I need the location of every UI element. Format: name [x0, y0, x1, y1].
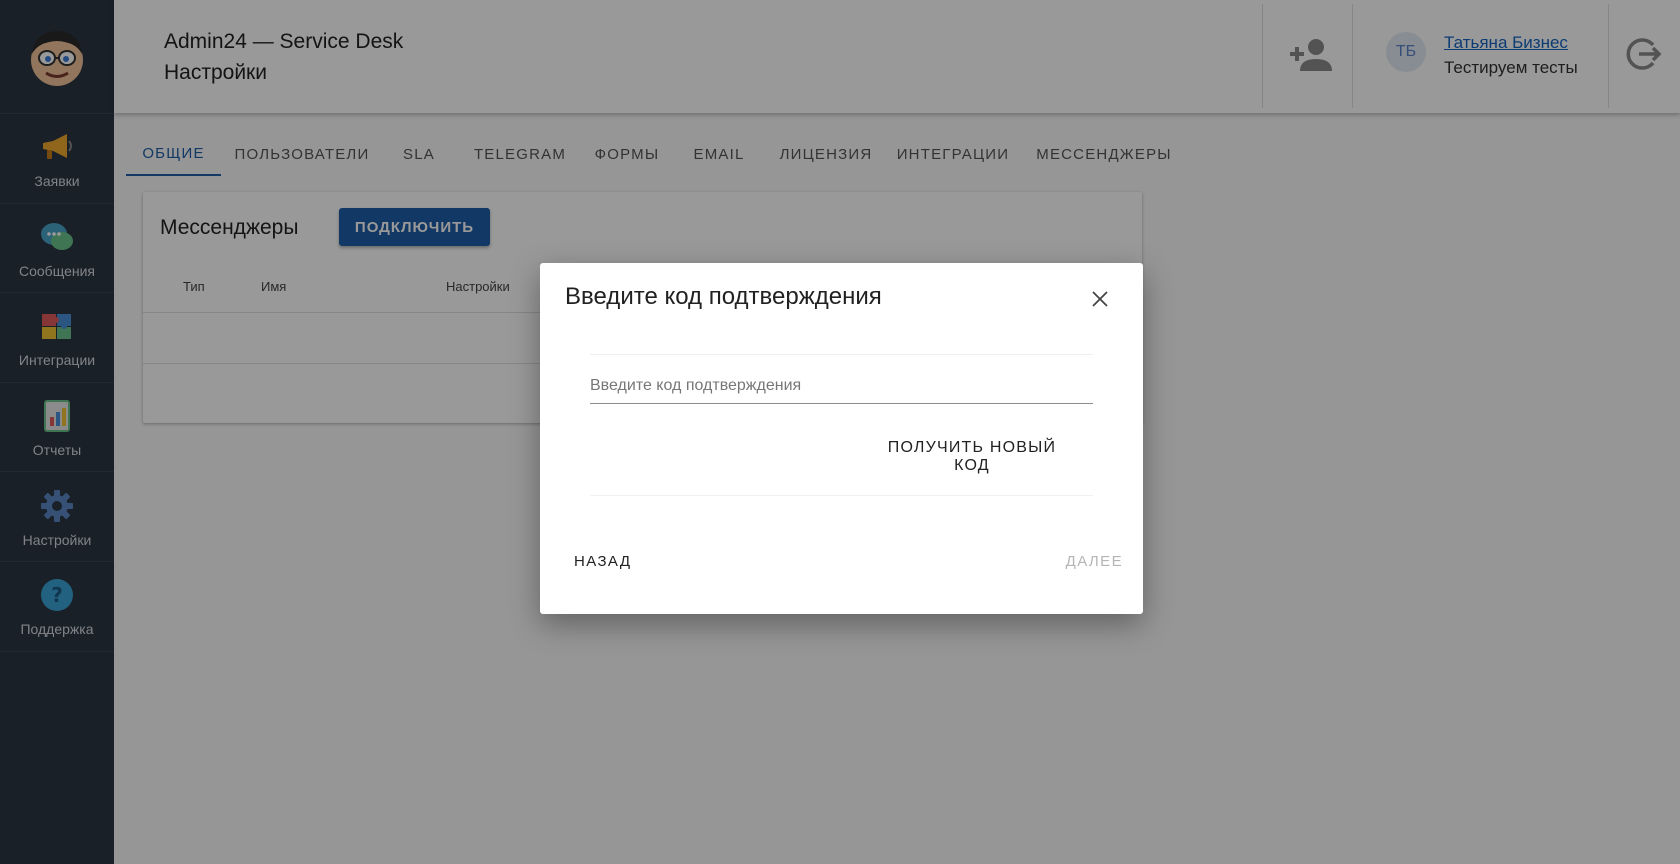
next-button[interactable]: ДАЛЕЕ [1048, 543, 1123, 579]
get-new-code-button[interactable]: ПОЛУЧИТЬ НОВЫЙ КОД [872, 439, 1072, 475]
close-button[interactable] [1086, 285, 1114, 313]
close-icon [1092, 291, 1108, 307]
confirmation-code-input[interactable] [590, 368, 1093, 404]
dialog-title: Введите код подтверждения [565, 283, 882, 310]
dialog-divider [590, 354, 1093, 355]
confirmation-code-dialog: Введите код подтверждения ПОЛУЧИТЬ НОВЫЙ… [540, 263, 1143, 614]
dialog-divider [590, 495, 1093, 496]
back-button[interactable]: НАЗАД [566, 543, 636, 579]
